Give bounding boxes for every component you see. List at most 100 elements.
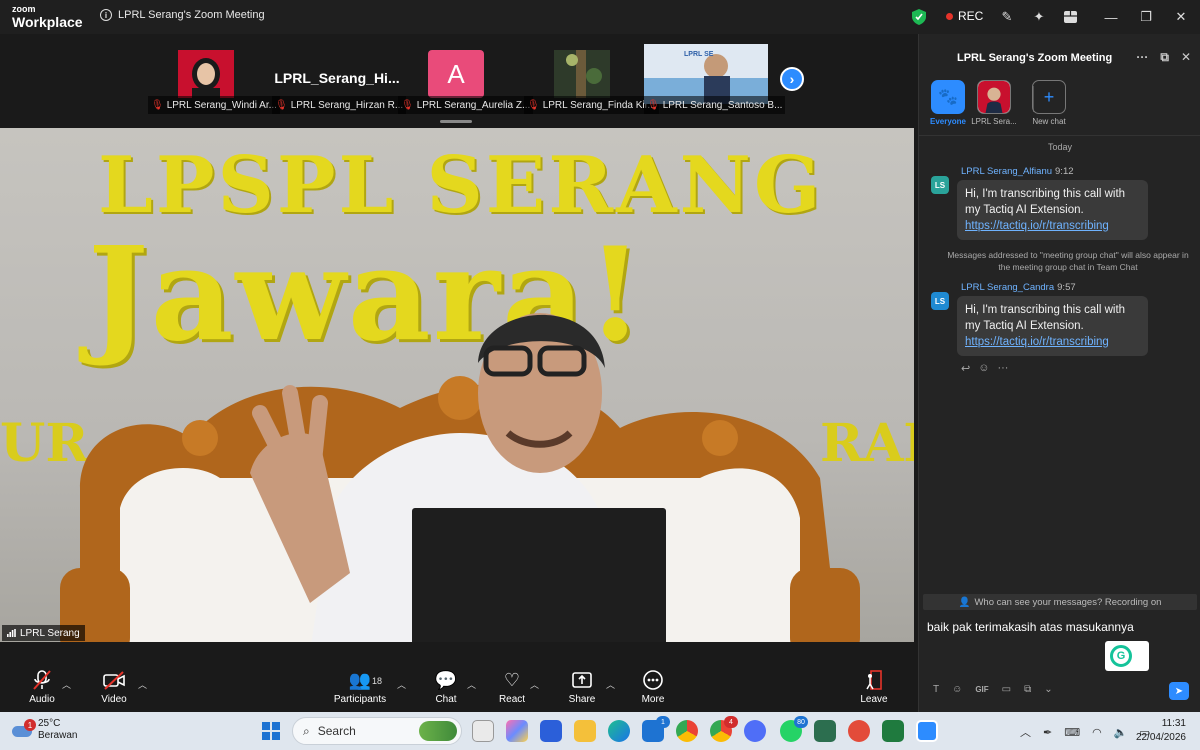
system-note: Messages addressed to "meeting group cha… <box>947 250 1189 272</box>
taskbar-clock[interactable]: 11:31 22/04/2026 <box>1136 717 1186 745</box>
participant-tile[interactable]: LPRL SE 🎙 LPRL Serang_Santoso B... <box>644 34 786 116</box>
canva-icon[interactable] <box>744 720 766 742</box>
meeting-title[interactable]: i LPRL Serang's Zoom Meeting <box>100 9 265 21</box>
message-link[interactable]: https://tactiq.io/r/transcribing <box>965 336 1109 348</box>
volume-icon[interactable]: 🔈 <box>1114 726 1128 739</box>
participants-options-caret[interactable]: ︿ <box>397 678 406 691</box>
store-icon[interactable]: 1 <box>642 716 670 742</box>
more-dots-icon <box>643 669 663 690</box>
title-bar: zoom Workplace i LPRL Serang's Zoom Meet… <box>0 0 1200 34</box>
camera-off-icon <box>103 670 125 690</box>
logo-line1: zoom <box>12 4 36 14</box>
minimize-icon[interactable]: — <box>1102 8 1120 26</box>
participant-tile[interactable]: 🎙 LPRL Serang_Finda Kir... <box>524 34 659 116</box>
pencil-icon[interactable]: ✎ <box>998 8 1016 26</box>
weather-widget[interactable]: 1 25°C Berawan <box>12 718 77 742</box>
video-button[interactable]: Video <box>96 660 132 712</box>
text-format-icon[interactable]: T <box>933 684 939 695</box>
windows-taskbar: 1 25°C Berawan ⌕ Search 1 4 80 ︿ ✒ ⌨ ◠ 🔈… <box>0 712 1200 750</box>
security-app-icon[interactable] <box>540 720 562 742</box>
participant-tile[interactable]: 🎙 LPRL Serang_Windi Ar... <box>148 34 280 116</box>
reply-icon[interactable]: ↩ <box>961 362 970 375</box>
sparkle-icon[interactable]: ✦ <box>1030 8 1048 26</box>
recipient-person[interactable]: LPRL Sera... <box>969 80 1019 126</box>
react-button[interactable]: ♡ React <box>496 660 528 712</box>
mic-muted-icon: 🎙 <box>401 99 414 111</box>
filmstrip-resize-handle[interactable] <box>440 120 472 123</box>
audio-options-caret[interactable]: ︿ <box>62 678 71 691</box>
sender-name[interactable]: LPRL Serang_Alfianu <box>961 166 1052 177</box>
more-button[interactable]: More <box>638 660 668 712</box>
emoji-icon[interactable]: ☺ <box>952 684 962 695</box>
active-speaker-video[interactable]: LPSPL SERANG Jawara! UR RAM LPRL <box>0 128 914 642</box>
language-icon[interactable]: ⌨ <box>1064 726 1080 739</box>
participant-video: LPRL SE <box>644 44 768 104</box>
share-options-caret[interactable]: ︿ <box>606 678 615 691</box>
participant-name-tag: 🎙 LPRL Serang_Hirzan R... <box>272 96 407 114</box>
zoom-taskbar-icon[interactable] <box>916 720 938 742</box>
share-button[interactable]: Share <box>566 660 598 712</box>
screenshot-icon[interactable]: ⧉ <box>1024 684 1031 695</box>
restore-icon[interactable]: ❐ <box>1137 8 1155 26</box>
tray-overflow-icon[interactable]: ︿ <box>1020 724 1031 740</box>
layout-icon[interactable] <box>1061 8 1079 26</box>
filmstrip-next-button[interactable]: › <box>780 67 804 91</box>
pen-icon[interactable]: ✒ <box>1043 726 1052 739</box>
pdf-icon[interactable] <box>848 720 870 742</box>
divider <box>919 135 1200 136</box>
more-tools-caret[interactable]: ⌄ <box>1044 684 1052 695</box>
gif-button[interactable]: GIF <box>975 685 988 694</box>
file-icon[interactable]: ▭ <box>1002 684 1011 695</box>
cloud-icon: 1 <box>12 719 36 738</box>
participants-button[interactable]: 👥 Participants <box>330 660 390 712</box>
close-chat-icon[interactable]: ✕ <box>1181 50 1191 65</box>
participant-name-tag: 🎙 LPRL Serang_Finda Kir... <box>524 96 659 114</box>
wifi-icon[interactable]: ◠ <box>1092 726 1102 739</box>
zoom-window: zoom Workplace i LPRL Serang's Zoom Meet… <box>0 0 1200 750</box>
chat-button[interactable]: 💬 Chat <box>430 660 462 712</box>
chrome-icon[interactable] <box>676 720 698 742</box>
grammarly-widget[interactable]: G <box>1105 641 1149 671</box>
participant-tile[interactable]: LPRL_Serang_Hi... 🎙 LPRL Serang_Hirzan R.… <box>272 34 407 116</box>
audio-button[interactable]: Audio <box>24 660 60 712</box>
recipient-avatar <box>977 80 1011 114</box>
whatsapp-icon[interactable]: 80 <box>780 716 808 742</box>
file-explorer-icon[interactable] <box>574 720 596 742</box>
app-icon[interactable] <box>814 720 836 742</box>
sender-name[interactable]: LPRL Serang_Candra <box>961 282 1054 293</box>
react-options-caret[interactable]: ︿ <box>530 678 539 691</box>
sender-avatar: LS <box>931 292 949 310</box>
chat-input[interactable]: baik pak terimakasih atas masukannya <box>927 620 1134 634</box>
new-chat-button[interactable]: + New chat <box>1021 80 1077 126</box>
paw-icon: 🐾 <box>931 80 965 114</box>
chat-panel: LPRL Serang's Zoom Meeting ··· ⧉ ✕ 🐾 Eve… <box>918 34 1200 712</box>
add-reaction-icon[interactable]: ☺ <box>978 362 989 375</box>
edge-icon[interactable] <box>608 720 630 742</box>
logo-line2: Workplace <box>12 14 83 30</box>
mic-muted-icon: 🎙 <box>527 99 540 111</box>
system-tray: ︿ ✒ ⌨ ◠ 🔈 ▭ <box>1020 724 1150 740</box>
security-shield-icon[interactable] <box>912 9 926 25</box>
recipient-everyone[interactable]: 🐾 Everyone <box>923 80 973 126</box>
copilot-icon[interactable] <box>506 720 528 742</box>
grammarly-icon: G <box>1110 645 1132 667</box>
weather-condition: Berawan <box>38 730 78 741</box>
task-view-icon[interactable] <box>472 720 494 742</box>
leave-button[interactable]: Leave <box>858 660 890 712</box>
message-visibility-bar[interactable]: 👤 Who can see your messages? Recording o… <box>923 594 1197 610</box>
message-link[interactable]: https://tactiq.io/r/transcribing <box>965 220 1109 232</box>
windows-start-icon[interactable] <box>262 722 280 740</box>
video-options-caret[interactable]: ︿ <box>138 678 147 691</box>
more-actions-icon[interactable]: ··· <box>997 362 1008 375</box>
chrome-profile-icon[interactable]: 4 <box>710 716 738 742</box>
more-options-icon[interactable]: ··· <box>1136 50 1148 65</box>
participant-tile[interactable]: A 🎙 LPRL Serang_Aurelia Z... <box>398 34 534 116</box>
excel-icon[interactable] <box>882 720 904 742</box>
recording-indicator[interactable]: REC <box>946 9 983 23</box>
search-icon: ⌕ <box>303 723 310 738</box>
taskbar-search[interactable]: ⌕ Search <box>292 717 462 745</box>
chat-options-caret[interactable]: ︿ <box>467 678 476 691</box>
pop-out-icon[interactable]: ⧉ <box>1160 50 1169 65</box>
send-button[interactable]: ➤ <box>1169 682 1189 700</box>
close-icon[interactable]: ✕ <box>1172 8 1190 26</box>
